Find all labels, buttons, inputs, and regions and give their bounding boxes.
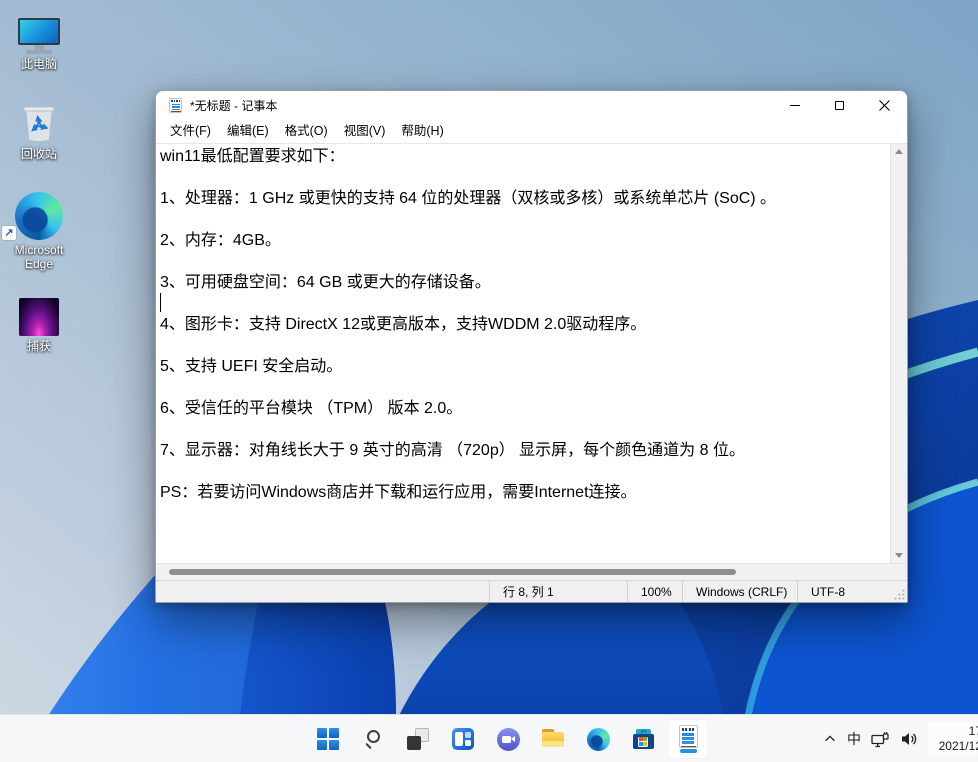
notepad-icon xyxy=(678,725,698,749)
menu-file[interactable]: 文件(F) xyxy=(162,119,219,143)
minimize-button[interactable] xyxy=(772,91,817,119)
statusbar-zoom-level: 100% xyxy=(627,581,682,602)
widgets-icon xyxy=(452,728,474,750)
desktop-icon-capture[interactable]: 捕获 xyxy=(0,294,78,353)
desktop-icon-label: 此电脑 xyxy=(20,57,57,71)
menu-format[interactable]: 格式(O) xyxy=(277,119,336,143)
minimize-icon xyxy=(789,104,800,106)
notepad-taskbar-button[interactable] xyxy=(668,719,708,759)
taskbar: 中 17 2021/12 xyxy=(0,714,978,762)
windows-logo-icon xyxy=(317,728,339,750)
edge-icon: ↗ xyxy=(0,188,78,240)
chevron-up-icon xyxy=(825,735,835,742)
task-view-icon xyxy=(407,728,429,750)
resize-grip[interactable] xyxy=(889,581,907,602)
clock-date: 2021/12 xyxy=(938,739,978,753)
statusbar-encoding: UTF-8 xyxy=(797,581,889,602)
desktop-icon-edge[interactable]: ↗ Microsoft Edge xyxy=(0,188,78,271)
titlebar[interactable]: *无标题 - 记事本 xyxy=(156,91,907,119)
desktop-icon-this-pc[interactable]: 此电脑 xyxy=(0,6,78,71)
volume-button[interactable] xyxy=(895,721,923,757)
running-indicator xyxy=(679,749,697,753)
store-icon xyxy=(632,729,654,749)
menu-help[interactable]: 帮助(H) xyxy=(393,119,451,143)
maximize-button[interactable] xyxy=(817,91,862,119)
statusbar-cursor-position: 行 8, 列 1 xyxy=(489,581,627,602)
vertical-scrollbar[interactable] xyxy=(890,144,907,563)
text-editor[interactable]: win11最低配置要求如下： 1、处理器：1 GHz 或更快的支持 64 位的处… xyxy=(156,144,890,563)
edge-icon xyxy=(586,727,610,751)
clock[interactable]: 17 2021/12 xyxy=(923,721,978,757)
chat-icon xyxy=(496,727,520,751)
close-button[interactable] xyxy=(862,91,907,119)
scroll-up-icon[interactable] xyxy=(895,149,903,154)
maximize-icon xyxy=(835,100,844,110)
desktop-icon-recycle-bin[interactable]: 回收站 xyxy=(0,96,78,161)
start-button[interactable] xyxy=(308,719,348,759)
menu-view[interactable]: 视图(V) xyxy=(336,119,394,143)
text-caret xyxy=(160,293,161,312)
task-view-button[interactable] xyxy=(398,719,438,759)
file-explorer-button[interactable] xyxy=(533,719,573,759)
search-button[interactable] xyxy=(353,719,393,759)
search-icon xyxy=(362,728,384,750)
statusbar-line-ending: Windows (CRLF) xyxy=(682,581,797,602)
window-title: *无标题 - 记事本 xyxy=(190,98,278,113)
close-icon xyxy=(879,99,890,111)
network-icon xyxy=(871,731,889,747)
desktop: 此电脑 回收站 ↗ Microsoft Edge 捕获 *无标题 - 记事本 文… xyxy=(0,0,978,762)
desktop-icon-label: Microsoft Edge xyxy=(14,243,64,271)
widgets-button[interactable] xyxy=(443,719,483,759)
clock-time: 17 xyxy=(968,724,978,738)
this-pc-icon xyxy=(0,6,78,54)
tray-overflow-button[interactable] xyxy=(818,721,842,757)
menu-edit[interactable]: 编辑(E) xyxy=(219,119,277,143)
chat-button[interactable] xyxy=(488,719,528,759)
store-button[interactable] xyxy=(623,719,663,759)
editor-text: win11最低配置要求如下： 1、处理器：1 GHz 或更快的支持 64 位的处… xyxy=(160,148,777,501)
statusbar: 行 8, 列 1 100% Windows (CRLF) UTF-8 xyxy=(156,580,907,602)
ime-indicator[interactable]: 中 xyxy=(842,721,866,757)
notepad-app-icon xyxy=(169,97,182,113)
scrollbar-thumb[interactable] xyxy=(169,569,736,575)
scrollbar-corner xyxy=(890,564,907,580)
horizontal-scrollbar[interactable] xyxy=(156,563,907,580)
edge-button[interactable] xyxy=(578,719,618,759)
desktop-icon-label: 回收站 xyxy=(20,147,57,161)
statusbar-spacer xyxy=(156,581,489,602)
scroll-down-icon[interactable] xyxy=(895,553,903,558)
capture-image-icon xyxy=(0,294,78,336)
menubar: 文件(F) 编辑(E) 格式(O) 视图(V) 帮助(H) xyxy=(156,119,907,143)
recycle-bin-icon xyxy=(0,96,78,144)
notepad-window: *无标题 - 记事本 文件(F) 编辑(E) 格式(O) 视图(V) 帮助(H)… xyxy=(155,90,908,603)
shortcut-arrow-icon: ↗ xyxy=(2,226,16,240)
volume-icon xyxy=(902,733,917,745)
desktop-icon-label: 捕获 xyxy=(26,339,51,353)
folder-icon xyxy=(542,729,564,749)
network-button[interactable] xyxy=(866,721,895,757)
